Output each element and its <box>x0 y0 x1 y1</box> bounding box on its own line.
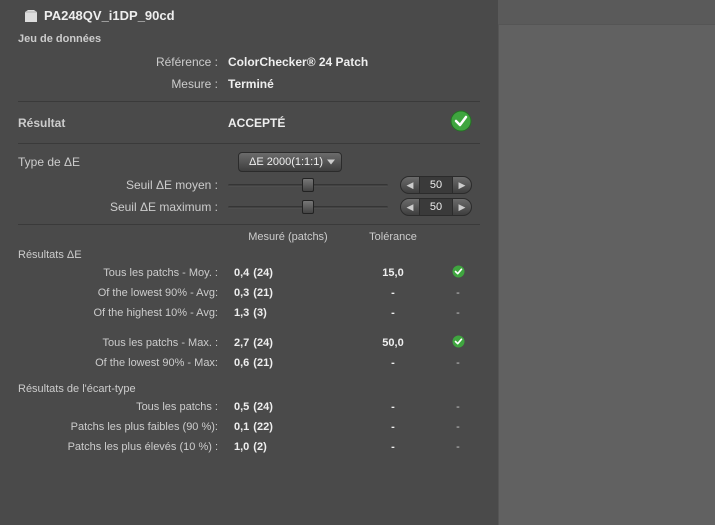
stepper-left-icon[interactable]: ◀ <box>401 198 419 216</box>
threshold-mean-stepper[interactable]: ◀ 50 ▶ <box>400 176 472 194</box>
results-panel: PA248QV_i1DP_90cd Jeu de données Référen… <box>0 0 498 525</box>
threshold-max-stepper[interactable]: ◀ 50 ▶ <box>400 198 472 216</box>
threshold-mean-label: Seuil ΔE moyen : <box>18 178 228 192</box>
threshold-max-row: Seuil ΔE maximum : ◀ 50 ▶ <box>18 196 480 218</box>
row-tolerance: - <box>348 421 438 433</box>
measure-value: Terminé <box>228 77 274 91</box>
row-pass <box>438 265 478 281</box>
table-row: Of the lowest 90% - Avg:0,3 (21)-- <box>18 283 480 303</box>
row-pass: - <box>438 421 478 433</box>
row-measured: 1,0 (2) <box>228 441 348 453</box>
row-measured: 0,6 (21) <box>228 357 348 369</box>
row-label: Of the highest 10% - Avg: <box>18 307 228 319</box>
result-label: Résultat <box>18 116 228 130</box>
section-de-results: Résultats ΔE <box>18 249 480 261</box>
threshold-mean-row: Seuil ΔE moyen : ◀ 50 ▶ <box>18 174 480 196</box>
row-tolerance: - <box>348 307 438 319</box>
threshold-mean-slider[interactable] <box>228 184 388 187</box>
row-tolerance: 15,0 <box>348 267 438 279</box>
threshold-mean-value: 50 <box>419 176 453 194</box>
table-row: Of the lowest 90% - Max:0,6 (21)-- <box>18 353 480 373</box>
row-label: Patchs les plus faibles (90 %): <box>18 421 228 433</box>
row-pass: - <box>438 441 478 453</box>
row-measured: 0,1 (22) <box>228 421 348 433</box>
de-type-select[interactable]: ΔE 2000(1:1:1) <box>238 152 342 172</box>
divider <box>18 101 480 102</box>
table-row: Of the highest 10% - Avg:1,3 (3)-- <box>18 303 480 323</box>
pass-none: - <box>456 357 460 369</box>
table-row: Patchs les plus faibles (90 %):0,1 (22)-… <box>18 417 480 437</box>
title-bar: PA248QV_i1DP_90cd <box>18 8 480 23</box>
document-icon <box>24 10 38 22</box>
row-pass: - <box>438 287 478 299</box>
row-label: Tous les patchs : <box>18 401 228 413</box>
stepper-right-icon[interactable]: ▶ <box>453 198 471 216</box>
row-label: Tous les patchs - Max. : <box>18 337 228 349</box>
table-row: Tous les patchs - Moy. :0,4 (24)15,0 <box>18 263 480 283</box>
row-measured: 0,4 (24) <box>228 267 348 279</box>
row-label: Tous les patchs - Moy. : <box>18 267 228 279</box>
divider <box>18 224 480 225</box>
row-measured: 2,7 (24) <box>228 337 348 349</box>
row-tolerance: - <box>348 401 438 413</box>
pass-check-icon <box>452 265 465 281</box>
slider-thumb[interactable] <box>302 178 314 192</box>
row-tolerance: - <box>348 287 438 299</box>
stepper-right-icon[interactable]: ▶ <box>453 176 471 194</box>
pass-none: - <box>456 441 460 453</box>
row-tolerance: 50,0 <box>348 337 438 349</box>
reference-row: Référence : ColorChecker® 24 Patch <box>18 51 480 73</box>
row-label: Of the lowest 90% - Max: <box>18 357 228 369</box>
pass-none: - <box>456 287 460 299</box>
measure-row: Mesure : Terminé <box>18 73 480 95</box>
row-tolerance: - <box>348 357 438 369</box>
pass-none: - <box>456 307 460 319</box>
page-title: PA248QV_i1DP_90cd <box>44 8 175 23</box>
col-tolerance: Tolérance <box>348 231 438 243</box>
threshold-max-slider[interactable] <box>228 206 388 209</box>
row-measured: 1,3 (3) <box>228 307 348 319</box>
reference-value: ColorChecker® 24 Patch <box>228 55 368 69</box>
slider-thumb[interactable] <box>302 200 314 214</box>
col-measured: Mesuré (patchs) <box>228 231 348 243</box>
row-pass <box>438 335 478 351</box>
threshold-max-value: 50 <box>419 198 453 216</box>
pass-none: - <box>456 421 460 433</box>
row-pass: - <box>438 401 478 413</box>
row-label: Of the lowest 90% - Avg: <box>18 287 228 299</box>
accepted-check-icon <box>450 110 472 135</box>
measure-label: Mesure : <box>18 77 228 91</box>
std-results-group: Tous les patchs :0,5 (24)--Patchs les pl… <box>18 397 480 457</box>
row-pass: - <box>438 307 478 319</box>
divider <box>18 143 480 144</box>
row-pass: - <box>438 357 478 369</box>
section-std-results: Résultats de l'écart-type <box>18 383 480 395</box>
table-row: Tous les patchs :0,5 (24)-- <box>18 397 480 417</box>
row-measured: 0,3 (21) <box>228 287 348 299</box>
side-area <box>498 24 715 525</box>
table-row: Patchs les plus élevés (10 %) :1,0 (2)-- <box>18 437 480 457</box>
reference-label: Référence : <box>18 55 228 69</box>
pass-none: - <box>456 401 460 413</box>
app-root: PA248QV_i1DP_90cd Jeu de données Référen… <box>0 0 715 525</box>
results-table-header: Mesuré (patchs) Tolérance <box>18 231 480 243</box>
dataset-heading: Jeu de données <box>18 33 480 45</box>
row-measured: 0,5 (24) <box>228 401 348 413</box>
de-results-group: Tous les patchs - Moy. :0,4 (24)15,0 Of t… <box>18 263 480 373</box>
row-label: Patchs les plus élevés (10 %) : <box>18 441 228 453</box>
de-type-row: Type de ΔE ΔE 2000(1:1:1) <box>18 150 480 174</box>
de-type-label: Type de ΔE <box>18 155 228 169</box>
de-type-selected: ΔE 2000(1:1:1) <box>249 156 323 168</box>
result-status: ACCEPTÉ <box>228 116 368 130</box>
stepper-left-icon[interactable]: ◀ <box>401 176 419 194</box>
result-row: Résultat ACCEPTÉ <box>18 108 480 137</box>
threshold-max-label: Seuil ΔE maximum : <box>18 200 228 214</box>
pass-check-icon <box>452 335 465 351</box>
table-row: Tous les patchs - Max. :2,7 (24)50,0 <box>18 333 480 353</box>
row-tolerance: - <box>348 441 438 453</box>
